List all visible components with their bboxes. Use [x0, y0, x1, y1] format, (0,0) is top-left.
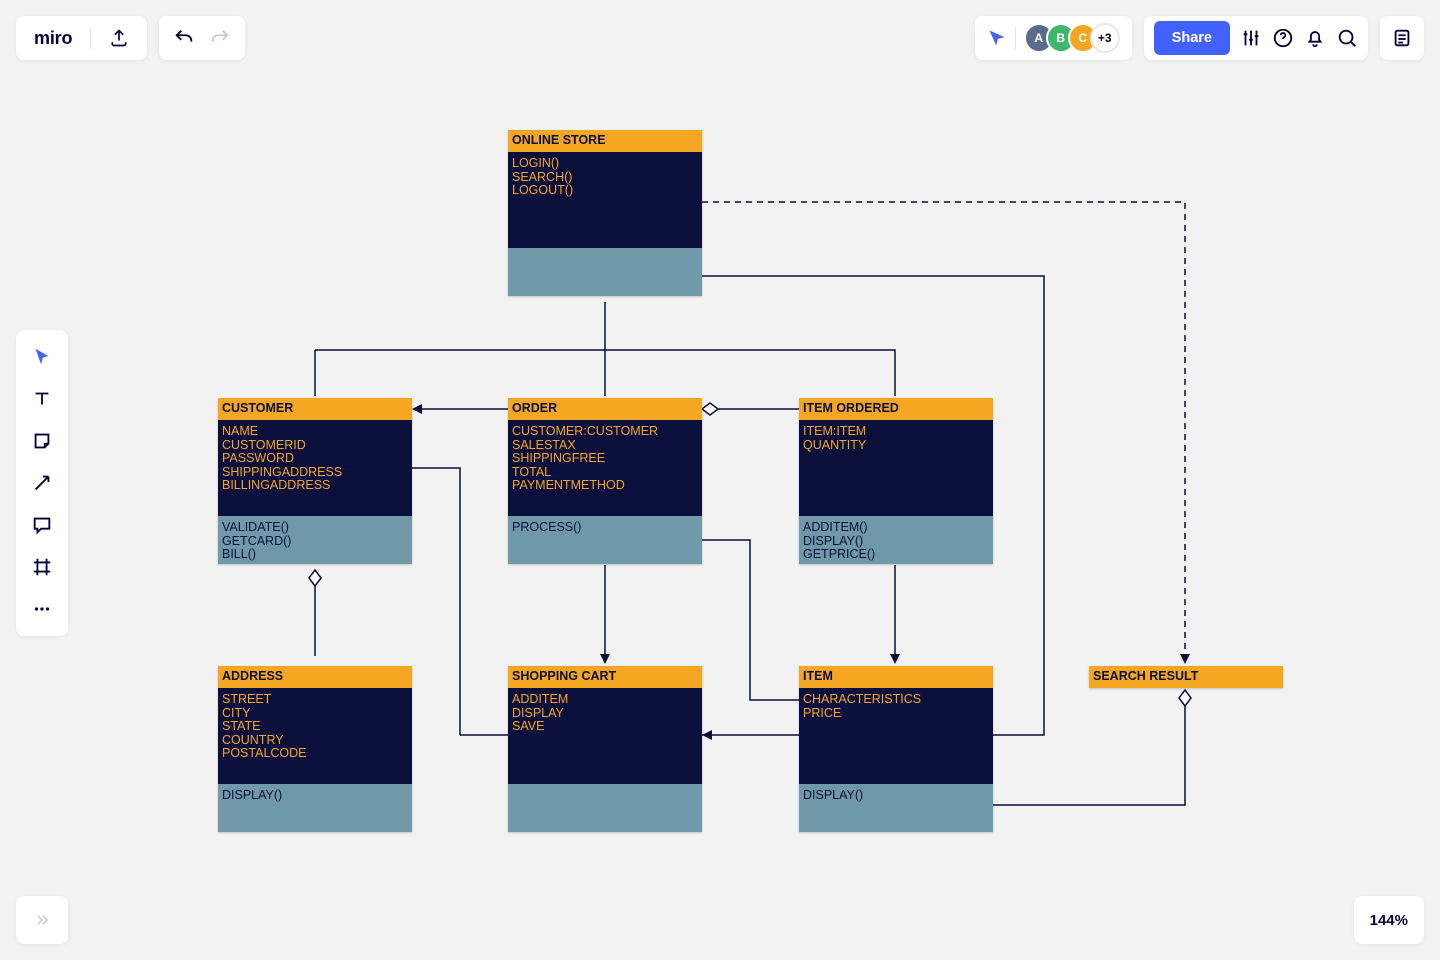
zoom-indicator[interactable]: 144% — [1354, 896, 1424, 944]
divider — [1015, 27, 1016, 49]
logo-group: miro — [16, 16, 147, 60]
uml-title: ORDER — [508, 398, 702, 420]
expand-panel-button[interactable] — [16, 896, 68, 944]
uml-item-ordered[interactable]: ITEM ORDERED ITEM:ITEMQUANTITY ADDITEM()… — [799, 398, 993, 564]
uml-title: ITEM ORDERED — [799, 398, 993, 420]
uml-title: ONLINE STORE — [508, 130, 702, 152]
help-icon[interactable] — [1272, 27, 1294, 49]
uml-foot: DISPLAY() — [218, 784, 412, 832]
bell-icon[interactable] — [1304, 27, 1326, 49]
collaborators-group: A B C +3 — [975, 16, 1132, 60]
uml-item[interactable]: ITEM CHARACTERISTICSPRICE DISPLAY() — [799, 666, 993, 832]
uml-shopping-cart[interactable]: SHOPPING CART ADDITEMDISPLAYSAVE — [508, 666, 702, 832]
undo-redo-group — [159, 16, 245, 60]
text-tool-icon[interactable] — [31, 388, 53, 410]
diagram-canvas[interactable]: ONLINE STORE LOGIN()SEARCH()LOGOUT() CUS… — [0, 0, 1440, 960]
uml-search-result[interactable]: SEARCH RESULT — [1089, 666, 1283, 688]
uml-foot: VALIDATE()GETCARD()BILL() — [218, 516, 412, 564]
uml-foot: ADDITEM()DISPLAY()GETPRICE() — [799, 516, 993, 564]
uml-body: NAMECUSTOMERIDPASSWORDSHIPPINGADDRESSBIL… — [218, 420, 412, 516]
divider — [90, 27, 91, 49]
uml-title: SHOPPING CART — [508, 666, 702, 688]
avatar-stack[interactable]: A B C +3 — [1024, 23, 1120, 53]
more-tools-icon[interactable] — [31, 598, 53, 620]
uml-foot — [508, 784, 702, 832]
sticky-tool-icon[interactable] — [31, 430, 53, 452]
uml-title: CUSTOMER — [218, 398, 412, 420]
select-tool-icon[interactable] — [31, 346, 53, 368]
uml-title: SEARCH RESULT — [1089, 666, 1283, 688]
uml-online-store[interactable]: ONLINE STORE LOGIN()SEARCH()LOGOUT() — [508, 130, 702, 296]
cursor-flag-icon[interactable] — [987, 28, 1007, 48]
export-icon[interactable] — [109, 28, 129, 48]
share-button[interactable]: Share — [1154, 21, 1230, 55]
uml-title: ITEM — [799, 666, 993, 688]
uml-foot: DISPLAY() — [799, 784, 993, 832]
uml-body: CUSTOMER:CUSTOMERSALESTAXSHIPPINGFREETOT… — [508, 420, 702, 516]
uml-order[interactable]: ORDER CUSTOMER:CUSTOMERSALESTAXSHIPPINGF… — [508, 398, 702, 564]
chevrons-right-icon — [32, 910, 52, 930]
uml-address[interactable]: ADDRESS STREETCITYSTATECOUNTRYPOSTALCODE… — [218, 666, 412, 832]
miro-logo[interactable]: miro — [34, 28, 72, 49]
uml-customer[interactable]: CUSTOMER NAMECUSTOMERIDPASSWORDSHIPPINGA… — [218, 398, 412, 564]
comment-tool-icon[interactable] — [31, 514, 53, 536]
undo-icon[interactable] — [173, 27, 195, 49]
uml-body: ITEM:ITEMQUANTITY — [799, 420, 993, 516]
uml-body: CHARACTERISTICSPRICE — [799, 688, 993, 784]
search-icon[interactable] — [1336, 27, 1358, 49]
avatar-overflow[interactable]: +3 — [1090, 23, 1120, 53]
uml-body: ADDITEMDISPLAYSAVE — [508, 688, 702, 784]
notes-button[interactable] — [1380, 16, 1424, 60]
settings-icon[interactable] — [1240, 27, 1262, 49]
uml-foot: PROCESS() — [508, 516, 702, 564]
uml-body: STREETCITYSTATECOUNTRYPOSTALCODE — [218, 688, 412, 784]
uml-title: ADDRESS — [218, 666, 412, 688]
notes-icon — [1391, 27, 1413, 49]
frame-tool-icon[interactable] — [31, 556, 53, 578]
uml-body: LOGIN()SEARCH()LOGOUT() — [508, 152, 702, 248]
share-group: Share — [1144, 16, 1368, 60]
arrow-tool-icon[interactable] — [31, 472, 53, 494]
tool-palette — [16, 330, 68, 636]
connectors — [0, 0, 1440, 960]
uml-foot — [508, 248, 702, 296]
redo-icon[interactable] — [209, 27, 231, 49]
